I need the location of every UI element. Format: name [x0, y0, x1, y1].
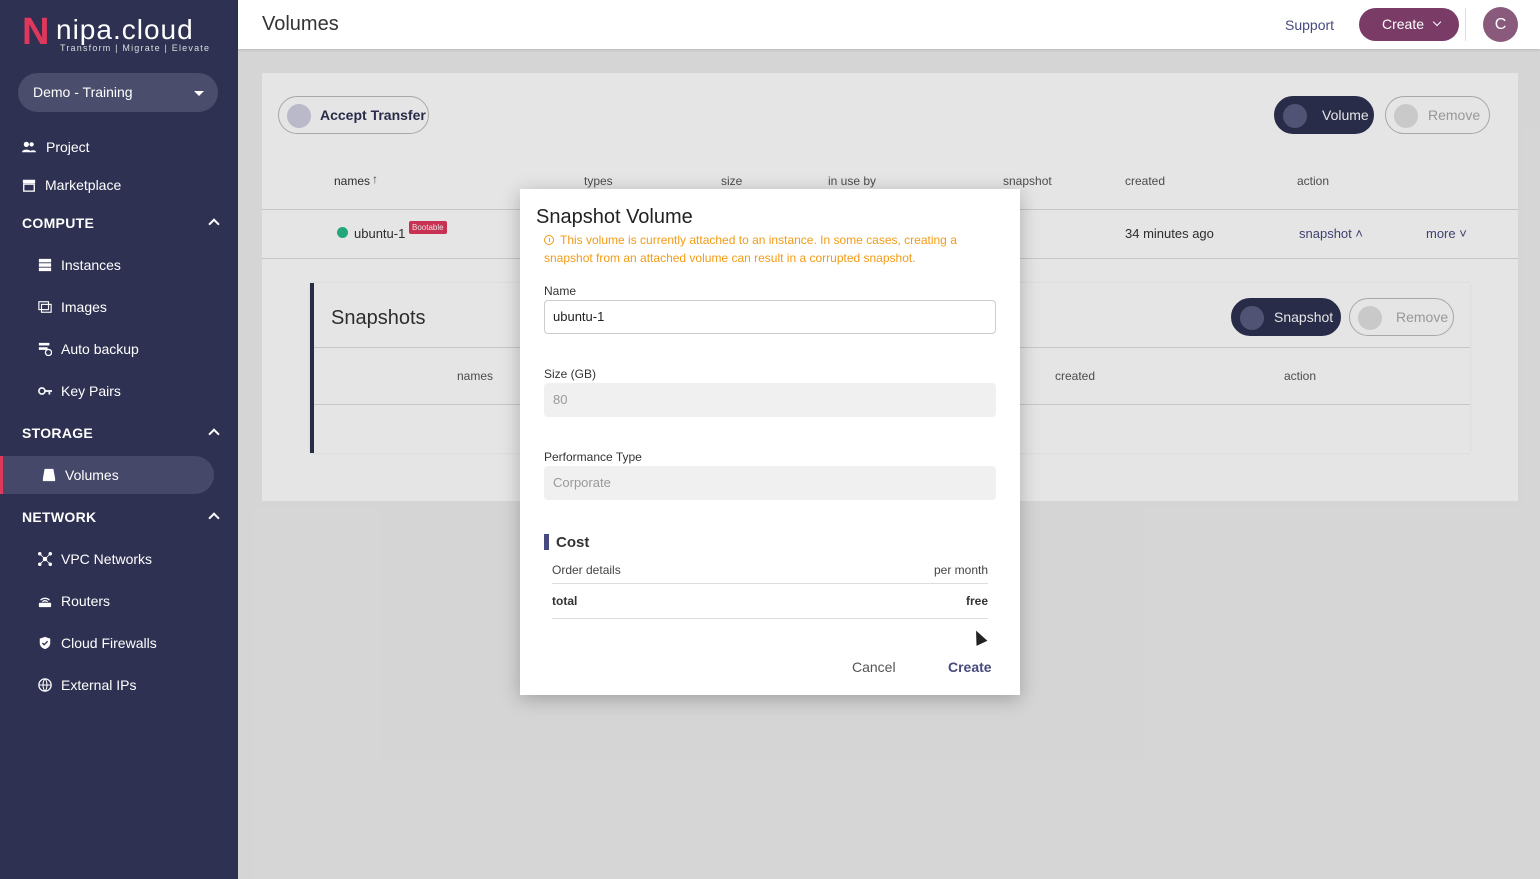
- sidebar-item-label: Project: [46, 139, 90, 155]
- dialog-title: Snapshot Volume: [536, 206, 693, 228]
- chevron-up-icon: [208, 218, 220, 230]
- people-icon: [22, 141, 36, 153]
- attached-warning: This volume is currently attached to an …: [544, 231, 1000, 267]
- sidebar-section-network[interactable]: NETWORK: [22, 509, 222, 525]
- support-link[interactable]: Support: [1285, 17, 1334, 33]
- section-title: STORAGE: [22, 425, 94, 441]
- create-button[interactable]: Create: [948, 659, 992, 675]
- chevron-up-icon: [208, 512, 220, 524]
- cancel-button[interactable]: Cancel: [852, 659, 896, 675]
- snapshot-volume-dialog: Snapshot Volume This volume is currently…: [520, 189, 1020, 695]
- top-header: Volumes Support Create C: [238, 0, 1540, 49]
- sidebar-item-label: VPC Networks: [61, 551, 153, 567]
- sidebar-item-volumes[interactable]: Volumes: [0, 456, 214, 494]
- cost-divider: [552, 618, 988, 619]
- store-icon: [22, 179, 36, 192]
- image-icon: [38, 301, 52, 313]
- sidebar-item-routers[interactable]: Routers: [0, 582, 238, 620]
- sidebar: N nipa.cloud Transform | Migrate | Eleva…: [0, 0, 238, 879]
- sidebar-item-label: Volumes: [65, 467, 119, 483]
- create-label: Create: [1382, 16, 1425, 32]
- sidebar-section-compute[interactable]: COMPUTE: [22, 215, 222, 231]
- sidebar-item-marketplace[interactable]: Marketplace: [0, 166, 238, 204]
- server-icon: [38, 258, 52, 272]
- avatar[interactable]: C: [1483, 7, 1518, 42]
- sidebar-item-label: Cloud Firewalls: [61, 635, 157, 651]
- nipa-cloud-logo[interactable]: N nipa.cloud Transform | Migrate | Eleva…: [22, 12, 212, 56]
- sidebar-item-label: Marketplace: [45, 177, 122, 193]
- logo-text: nipa.cloud: [56, 14, 194, 45]
- section-title: NETWORK: [22, 509, 97, 525]
- warning-icon: [544, 235, 554, 245]
- sidebar-item-label: Key Pairs: [61, 383, 121, 399]
- sidebar-item-label: External IPs: [61, 677, 137, 693]
- cost-divider: [552, 583, 988, 584]
- cost-accent-bar: [544, 534, 549, 550]
- performance-type-label: Performance Type: [544, 450, 642, 464]
- project-selector-value: Demo - Training: [33, 84, 133, 100]
- sidebar-item-label: Images: [61, 299, 107, 315]
- caret-down-icon: [194, 91, 204, 96]
- create-menu-button[interactable]: Create: [1359, 8, 1459, 41]
- page-title: Volumes: [262, 13, 339, 35]
- sidebar-item-key-pairs[interactable]: Key Pairs: [0, 372, 238, 410]
- key-icon: [38, 387, 52, 395]
- sidebar-item-images[interactable]: Images: [0, 288, 238, 326]
- performance-type-input: Corporate: [544, 466, 996, 500]
- sidebar-item-external-ips[interactable]: External IPs: [0, 666, 238, 704]
- project-selector[interactable]: Demo - Training: [18, 73, 218, 112]
- backup-icon: [38, 342, 52, 356]
- chevron-up-icon: [208, 428, 220, 440]
- sidebar-item-instances[interactable]: Instances: [0, 246, 238, 284]
- sidebar-section-storage[interactable]: STORAGE: [22, 425, 222, 441]
- total-label: total: [552, 594, 578, 608]
- chevron-down-icon: [1432, 17, 1442, 27]
- sidebar-item-label: Instances: [61, 257, 121, 273]
- order-details-label: Order details: [552, 563, 621, 577]
- header-divider: [1465, 8, 1466, 41]
- per-month-label: per month: [933, 563, 988, 577]
- snapshot-name-input[interactable]: ubuntu-1: [544, 300, 996, 334]
- router-icon: [38, 597, 52, 608]
- sidebar-item-label: Routers: [61, 593, 111, 609]
- sidebar-item-cloud-firewalls[interactable]: Cloud Firewalls: [0, 624, 238, 662]
- name-label: Name: [544, 284, 577, 298]
- sidebar-item-project[interactable]: Project: [0, 128, 238, 166]
- warning-text: This volume is currently attached to an …: [544, 233, 957, 265]
- cost-title: Cost: [556, 534, 590, 551]
- disk-icon: [42, 468, 56, 482]
- size-label: Size (GB): [544, 367, 597, 381]
- sidebar-item-label: Auto backup: [61, 341, 139, 357]
- logo-tagline: Transform | Migrate | Elevate: [60, 43, 211, 53]
- logo-letter: N: [22, 11, 50, 53]
- size-input: 80: [544, 383, 996, 417]
- sidebar-item-vpc-networks[interactable]: VPC Networks: [0, 540, 238, 578]
- sidebar-item-auto-backup[interactable]: Auto backup: [0, 330, 238, 368]
- shield-icon: [39, 636, 51, 650]
- network-icon: [38, 552, 52, 566]
- globe-icon: [38, 678, 52, 692]
- total-value: free: [965, 594, 988, 608]
- section-title: COMPUTE: [22, 215, 95, 231]
